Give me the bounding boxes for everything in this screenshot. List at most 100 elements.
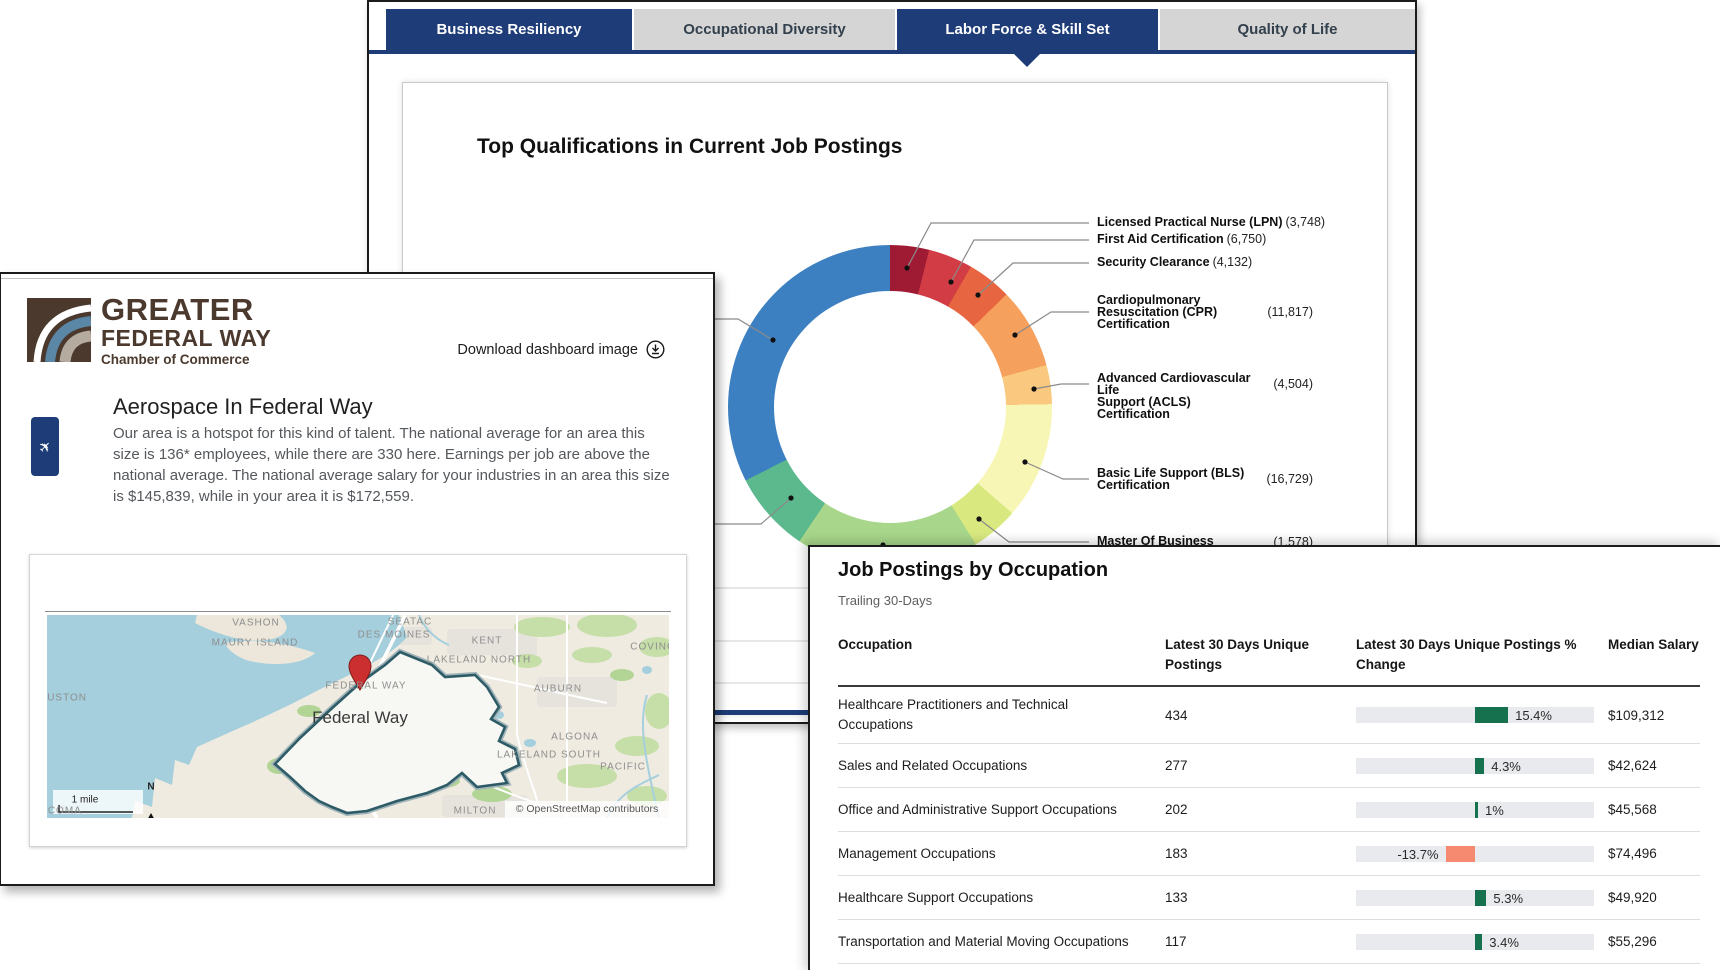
cell-median-salary: $109,312	[1608, 708, 1700, 723]
map-place-label: COVING	[630, 642, 669, 653]
tab-bar: Business Resiliency Occupational Diversi…	[386, 9, 1415, 50]
chamber-logo: GREATER FEDERAL WAY Chamber of Commerce	[27, 294, 271, 367]
col-header-occupation: Occupation	[838, 635, 1165, 655]
card-inner-edge	[1, 278, 713, 279]
col-header-median-salary: Median Salary	[1608, 635, 1700, 655]
cell-occupation: Office and Administrative Support Occupa…	[838, 792, 1165, 828]
map-place-label: MILTON	[454, 806, 497, 817]
pct-change-bar: -13.7%	[1356, 846, 1594, 862]
map-attribution[interactable]: © OpenStreetMap contributors	[516, 803, 659, 815]
table-body: Healthcare Practitioners and Technical O…	[838, 687, 1700, 964]
pct-change-bar: 15.4%	[1356, 707, 1594, 723]
cell-median-salary: $55,296	[1608, 934, 1700, 949]
map-divider	[45, 611, 671, 612]
table-row: Sales and Related Occupations2774.3% $42,…	[838, 744, 1700, 788]
pct-change-value: 5.3%	[1493, 891, 1523, 906]
donut-segment-value: (4,504)	[1241, 377, 1313, 391]
federal-way-card: GREATER FEDERAL WAY Chamber of Commerce …	[0, 272, 715, 886]
cell-pct-change: 1%	[1356, 802, 1608, 818]
tab-label: Quality of Life	[1237, 21, 1337, 38]
cell-pct-change: 15.4%	[1356, 707, 1608, 723]
tab-quality-of-life[interactable]: Quality of Life	[1160, 9, 1415, 50]
cell-postings: 202	[1165, 802, 1356, 817]
map-card: Federal Way 1 mile N © OpenStreetMap con…	[29, 554, 687, 847]
chamber-logo-mark	[27, 298, 91, 362]
donut-segment-label: Security Clearance(4,132)	[1097, 256, 1387, 268]
pct-change-value: 1%	[1485, 803, 1504, 818]
pct-change-bar: 3.4%	[1356, 934, 1594, 950]
map-north-label: N	[147, 782, 154, 793]
tab-underline	[369, 50, 1415, 54]
map-main-label: Federal Way	[312, 708, 408, 728]
table-row: Management Occupations183 -13.7% $74,496	[838, 832, 1700, 876]
pct-change-bar: 1%	[1356, 802, 1594, 818]
cell-postings: 277	[1165, 758, 1356, 773]
donut-segment-label: First Aid Certification(6,750)	[1097, 233, 1387, 245]
cell-pct-change: 5.3%	[1356, 890, 1608, 906]
pct-change-bar: 5.3%	[1356, 890, 1594, 906]
donut-segment-label: CardiopulmonaryResuscitation (CPR)Certif…	[1097, 294, 1257, 330]
cell-median-salary: $49,920	[1608, 890, 1700, 905]
job-postings-title: Job Postings by Occupation	[838, 559, 1108, 582]
tab-label: Business Resiliency	[436, 21, 581, 38]
cell-pct-change: 4.3%	[1356, 758, 1608, 774]
tab-label: Occupational Diversity	[683, 21, 846, 38]
cell-pct-change: -13.7%	[1356, 846, 1608, 862]
download-label: Download dashboard image	[457, 342, 638, 358]
table-row: Transportation and Material Moving Occup…	[838, 920, 1700, 964]
cell-postings: 183	[1165, 846, 1356, 861]
federal-way-map[interactable]: Federal Way 1 mile N © OpenStreetMap con…	[47, 615, 669, 818]
logo-text-greater: GREATER	[101, 294, 271, 325]
map-place-label: DES MOINES	[358, 630, 431, 641]
cell-occupation: Healthcare Support Occupations	[838, 880, 1165, 916]
tab-labor-force-skill-set[interactable]: Labor Force & Skill Set	[897, 9, 1158, 50]
logo-text-federal-way: FEDERAL WAY	[101, 327, 271, 350]
cell-postings: 434	[1165, 708, 1356, 723]
table-row: Healthcare Support Occupations133 5.3% $49…	[838, 876, 1700, 920]
cell-occupation: Sales and Related Occupations	[838, 748, 1165, 784]
map-place-label: SEATAC	[388, 617, 433, 628]
download-icon	[646, 340, 665, 359]
pct-change-bar: 4.3%	[1356, 758, 1594, 774]
pct-change-value: 15.4%	[1515, 708, 1552, 723]
table-row: Healthcare Practitioners and Technical O…	[838, 687, 1700, 744]
logo-text-chamber: Chamber of Commerce	[101, 353, 271, 367]
donut-segment-value: (11,817)	[1241, 305, 1313, 319]
map-place-label: KENT	[472, 636, 503, 647]
job-postings-card: Job Postings by Occupation Trailing 30-D…	[808, 545, 1720, 970]
cell-pct-change: 3.4%	[1356, 934, 1608, 950]
download-dashboard-button[interactable]: Download dashboard image	[457, 340, 665, 359]
map-place-label: PACIFIC	[600, 762, 646, 773]
active-tab-caret	[1014, 54, 1040, 67]
donut-segment-value: (16,729)	[1241, 472, 1313, 486]
col-header-pct-change: Latest 30 Days Unique Postings % Change	[1356, 635, 1608, 675]
map-scale-label: 1 mile	[72, 795, 99, 806]
aerospace-industry-tab[interactable]: ✈	[31, 417, 59, 476]
map-place-label: LAKELAND NORTH	[427, 655, 531, 666]
map-place-label: AUBURN	[534, 684, 582, 695]
cell-median-salary: $74,496	[1608, 846, 1700, 861]
tab-business-resiliency[interactable]: Business Resiliency	[386, 9, 632, 50]
card-body-text: Our area is a hotspot for this kind of t…	[113, 423, 675, 507]
card-heading: Aerospace In Federal Way	[113, 394, 373, 420]
map-place-label: LAKELAND SOUTH	[497, 750, 601, 761]
map-place-label: RUSTON	[47, 693, 87, 704]
cell-occupation: Management Occupations	[838, 836, 1165, 872]
cell-postings: 117	[1165, 934, 1356, 949]
table-header-row: Occupation Latest 30 Days Unique Posting…	[838, 635, 1700, 687]
pct-change-value: -13.7%	[1397, 847, 1438, 862]
job-postings-subtitle: Trailing 30-Days	[838, 593, 932, 608]
col-header-postings: Latest 30 Days Unique Postings	[1165, 635, 1356, 675]
job-postings-table: Occupation Latest 30 Days Unique Posting…	[838, 635, 1700, 964]
map-place-label: ACOMA	[47, 806, 82, 817]
pct-change-value: 3.4%	[1489, 935, 1519, 950]
cell-median-salary: $42,624	[1608, 758, 1700, 773]
donut-segment-label: Licensed Practical Nurse (LPN)(3,748)	[1097, 216, 1387, 228]
donut-segment-label: Advanced Cardiovascular LifeSupport (ACL…	[1097, 372, 1257, 420]
cell-occupation: Healthcare Practitioners and Technical O…	[838, 687, 1165, 743]
map-place-label: FEDERAL WAY	[325, 681, 406, 692]
tab-occupational-diversity[interactable]: Occupational Diversity	[634, 9, 895, 50]
cell-median-salary: $45,568	[1608, 802, 1700, 817]
tab-label: Labor Force & Skill Set	[945, 21, 1109, 38]
cell-postings: 133	[1165, 890, 1356, 905]
